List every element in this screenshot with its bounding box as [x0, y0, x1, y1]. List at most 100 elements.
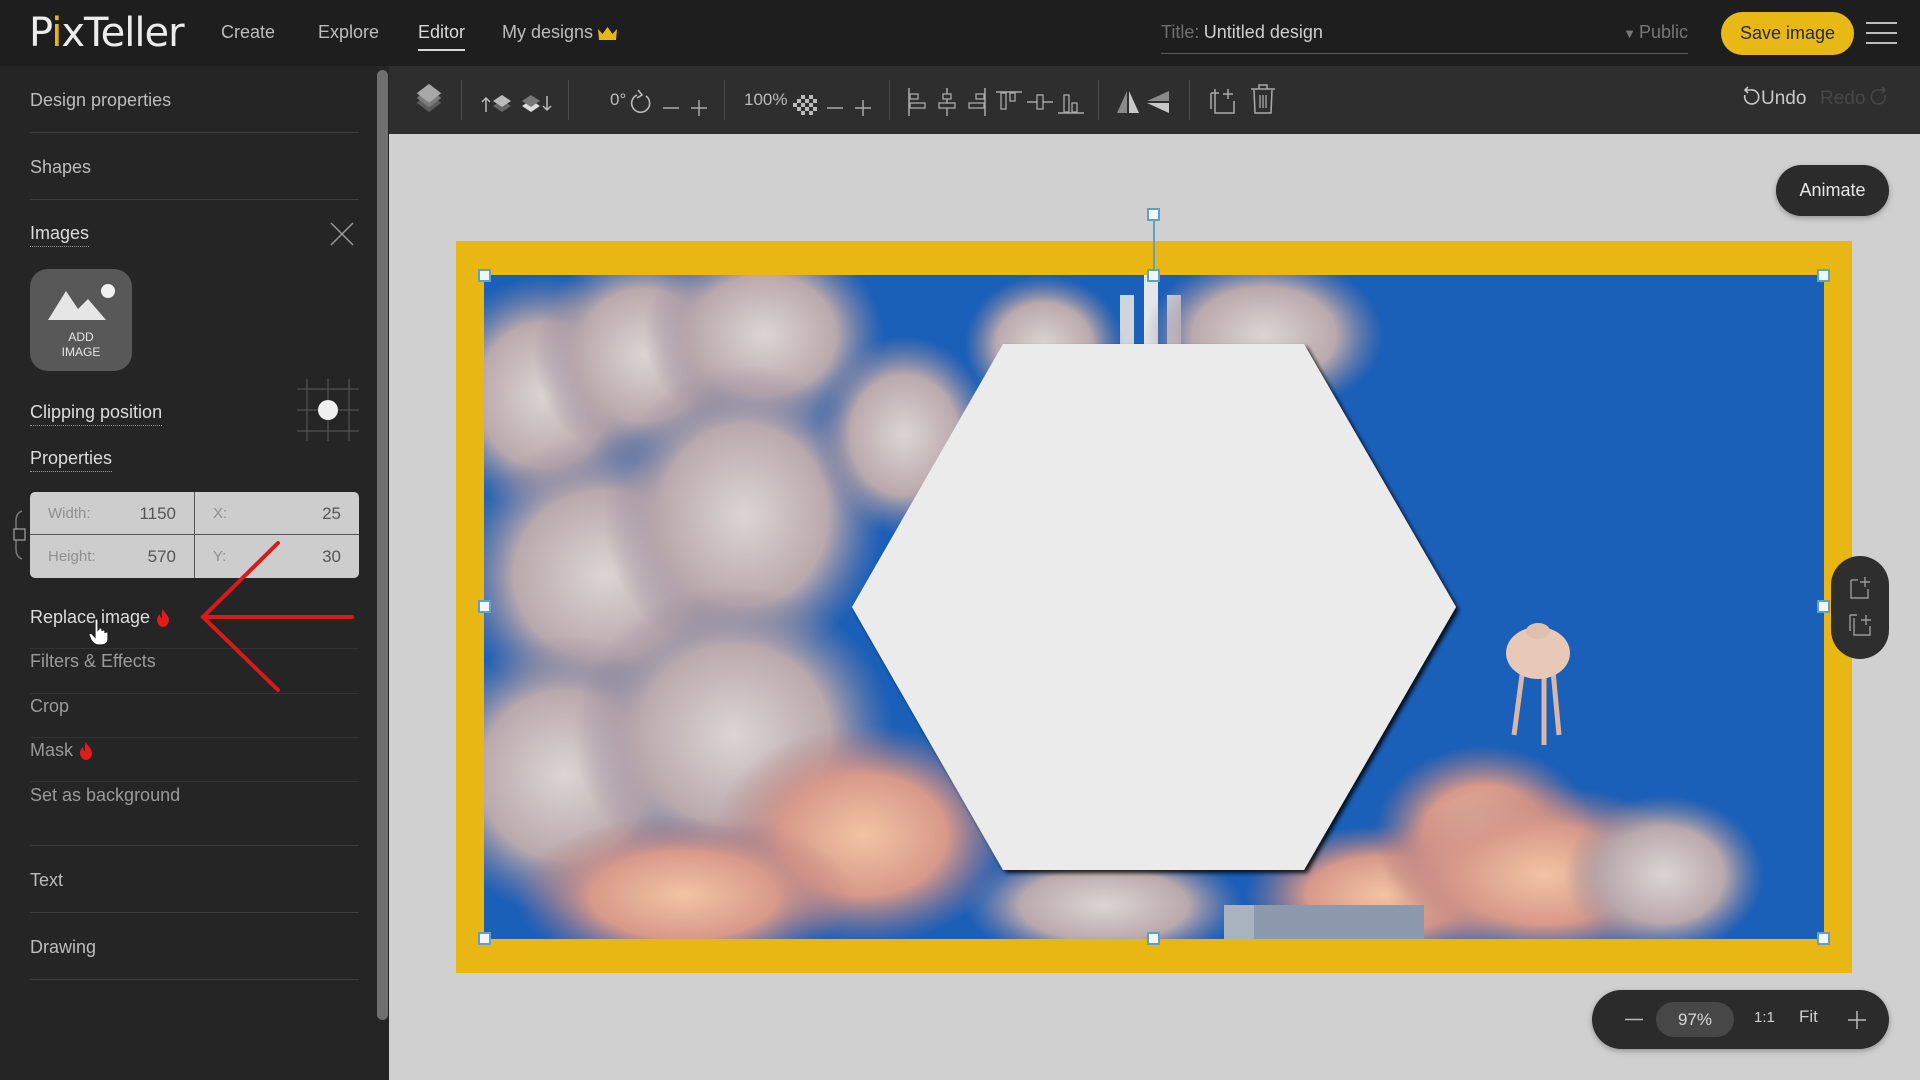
nav-editor[interactable]: Editor — [418, 22, 466, 51]
add-page-icon[interactable] — [1848, 575, 1874, 601]
fire-icon — [157, 609, 170, 628]
resize-handle-bottom[interactable] — [1147, 932, 1160, 945]
divider — [30, 648, 359, 649]
flip-horizontal-icon[interactable] — [1116, 86, 1140, 118]
sidebar-item-text[interactable]: Text — [30, 870, 359, 891]
aspect-lock-icon[interactable] — [12, 509, 28, 561]
align-right-icon[interactable] — [967, 86, 987, 118]
rocket-launch-image[interactable] — [484, 275, 1824, 939]
zoom-fit-button[interactable]: Fit — [1799, 1007, 1818, 1027]
divider — [30, 199, 359, 200]
properties-panel: Width: 1150 X: 25 Height: 570 Y: 30 — [30, 492, 359, 578]
undo-button[interactable]: Undo — [1741, 86, 1806, 110]
title-value[interactable]: Untitled design — [1204, 22, 1323, 42]
caret-down-icon: ▼ — [1623, 26, 1636, 41]
rotation-handle[interactable] — [1147, 208, 1160, 221]
send-backward-icon[interactable] — [521, 88, 553, 120]
side-tools-panel — [1831, 556, 1889, 659]
set-as-background-action[interactable]: Set as background — [30, 785, 180, 806]
x-field[interactable]: X: 25 — [195, 492, 359, 535]
divider — [30, 845, 359, 846]
duplicate-icon[interactable] — [1210, 84, 1238, 116]
fire-icon — [80, 742, 93, 761]
properties-label: Properties — [30, 448, 113, 472]
divider — [30, 132, 359, 133]
rotate-decrease-icon[interactable] — [662, 92, 680, 124]
height-field[interactable]: Height: 570 — [30, 535, 194, 578]
filters-effects-action[interactable]: Filters & Effects — [30, 651, 156, 672]
close-icon[interactable] — [330, 222, 354, 246]
resize-handle-top[interactable] — [1147, 269, 1160, 282]
sidebar-item-shapes[interactable]: Shapes — [30, 157, 359, 178]
divider — [30, 912, 359, 913]
y-field[interactable]: Y: 30 — [195, 535, 359, 578]
rotate-icon[interactable] — [629, 86, 653, 118]
mask-action[interactable]: Mask — [30, 740, 94, 761]
add-image-button[interactable]: ADD IMAGE — [30, 269, 132, 371]
align-middle-vertical-icon[interactable] — [1027, 86, 1053, 118]
sidebar-item-design-properties[interactable]: Design properties — [30, 90, 359, 111]
resize-handle-left[interactable] — [478, 600, 491, 613]
resize-handle-bottom-left[interactable] — [478, 932, 491, 945]
redo-icon — [1870, 86, 1887, 105]
title-label: Title: — [1161, 22, 1200, 42]
rotation-handle-line — [1153, 220, 1155, 276]
nav-my-designs[interactable]: My designs — [502, 22, 618, 43]
layers-icon[interactable] — [414, 82, 444, 114]
sidebar-item-images[interactable]: Images — [30, 223, 90, 247]
align-top-icon[interactable] — [996, 86, 1022, 118]
resize-handle-top-right[interactable] — [1817, 269, 1830, 282]
zoom-in-icon[interactable] — [1848, 1011, 1866, 1029]
animate-button[interactable]: Animate — [1776, 165, 1889, 216]
crop-action[interactable]: Crop — [30, 696, 69, 717]
divider — [724, 80, 725, 120]
undo-icon — [1743, 86, 1760, 105]
divider — [30, 979, 359, 980]
save-image-button[interactable]: Save image — [1721, 12, 1854, 55]
align-bottom-icon[interactable] — [1058, 86, 1084, 118]
sidebar-item-drawing[interactable]: Drawing — [30, 937, 359, 958]
hand-cursor-icon — [89, 618, 109, 646]
align-center-horizontal-icon[interactable] — [937, 86, 957, 118]
resize-handle-top-left[interactable] — [478, 269, 491, 282]
divider — [889, 80, 890, 120]
divider — [30, 781, 359, 782]
zoom-out-icon[interactable] — [1625, 1018, 1643, 1021]
rocket-launch-photo — [484, 275, 1824, 939]
sidebar-scrollbar[interactable] — [377, 70, 388, 1020]
opacity-increase-icon[interactable] — [854, 92, 872, 124]
visibility-dropdown[interactable]: ▼ Public — [1623, 22, 1688, 43]
opacity-value[interactable]: 100% — [744, 90, 787, 110]
hamburger-icon[interactable] — [1866, 22, 1897, 44]
transparency-icon[interactable] — [793, 90, 817, 122]
divider — [461, 80, 462, 120]
redo-button[interactable]: Redo — [1820, 86, 1889, 110]
divider — [30, 693, 359, 694]
left-sidebar: Design properties Shapes Images ADD IMAGE… — [0, 66, 389, 1080]
resize-handle-right[interactable] — [1817, 600, 1830, 613]
editor-toolbar: 0° 100% Undo Redo — [389, 66, 1920, 134]
pixteller-logo[interactable]: PixTeller — [29, 10, 185, 56]
divider — [1189, 80, 1190, 120]
rotate-increase-icon[interactable] — [690, 92, 708, 124]
bring-forward-icon[interactable] — [481, 88, 513, 120]
resize-handle-bottom-right[interactable] — [1817, 932, 1830, 945]
trash-icon[interactable] — [1250, 83, 1276, 115]
zoom-1to1-button[interactable]: 1:1 — [1754, 1009, 1775, 1026]
zoom-value[interactable]: 97% — [1656, 1002, 1734, 1037]
divider — [568, 80, 569, 120]
nav-explore[interactable]: Explore — [318, 22, 379, 43]
divider — [30, 534, 359, 535]
align-left-icon[interactable] — [907, 86, 927, 118]
crown-icon — [598, 26, 618, 40]
clipping-position-grid[interactable] — [297, 379, 359, 441]
design-title-field[interactable]: Title: Untitled design ▼ Public — [1161, 22, 1688, 54]
nav-create[interactable]: Create — [221, 22, 275, 43]
image-icon — [48, 284, 115, 320]
rotation-value[interactable]: 0° — [610, 90, 626, 110]
width-field[interactable]: Width: 1150 — [30, 492, 194, 535]
duplicate-page-icon[interactable] — [1848, 612, 1874, 638]
flip-vertical-icon[interactable] — [1146, 86, 1170, 118]
opacity-decrease-icon[interactable] — [826, 92, 844, 124]
divider — [1098, 80, 1099, 120]
